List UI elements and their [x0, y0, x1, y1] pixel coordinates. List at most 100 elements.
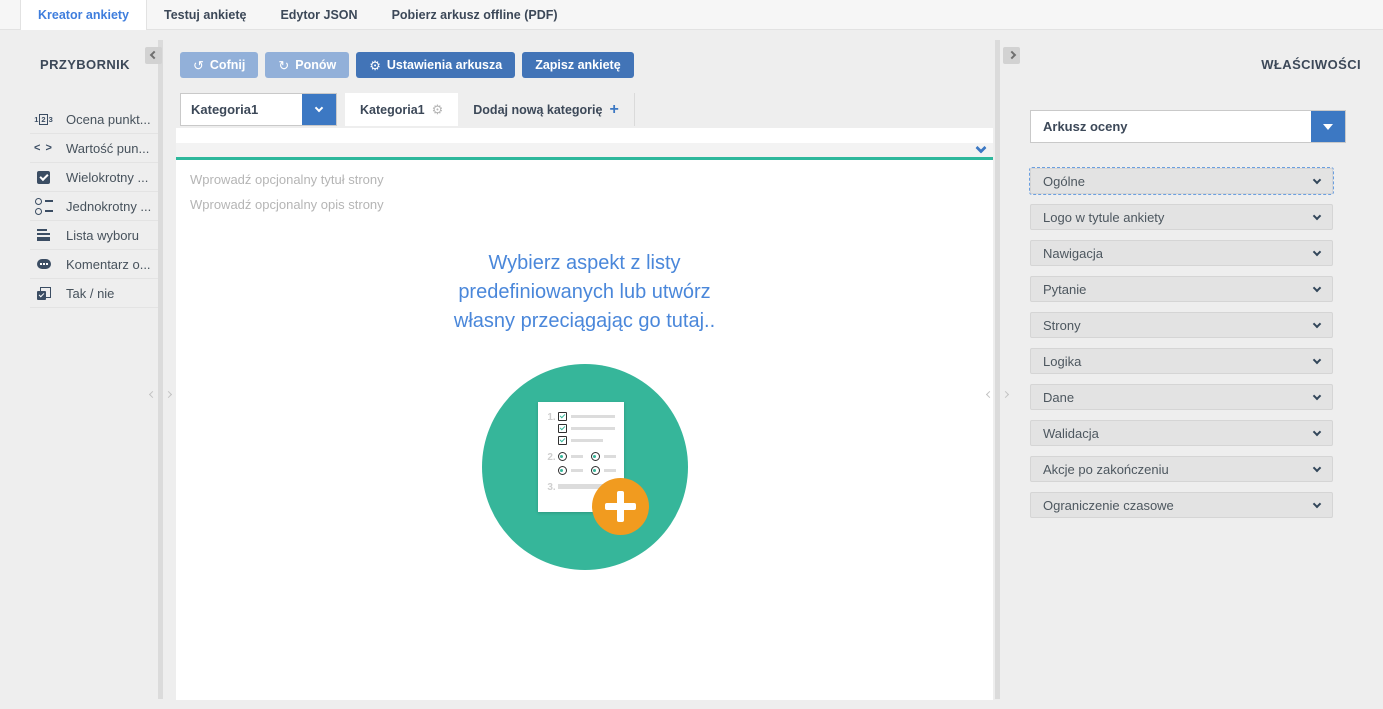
toolbox-item-rating[interactable]: 123 Ocena punkt... [30, 105, 158, 134]
save-label: Zapisz ankietę [535, 58, 620, 72]
redo-label: Ponów [295, 58, 336, 72]
chevron-right-icon [1008, 51, 1016, 59]
toolbox-item-comment[interactable]: Komentarz o... [30, 250, 158, 279]
toolbox-item-label: Jednokrotny ... [66, 199, 151, 214]
radio-glyph [558, 466, 567, 475]
survey-page: Wprowadź opcjonalny tytuł strony Wprowad… [176, 157, 993, 570]
collapse-left-panel-button[interactable] [145, 47, 162, 64]
toolbox-item-label: Komentarz o... [66, 257, 151, 272]
accordion-label: Logo w tytule ankiety [1043, 210, 1164, 225]
gear-icon[interactable]: ⚙ [432, 102, 444, 118]
checkbox-glyph [558, 436, 567, 445]
boolean-check-icon [35, 287, 52, 300]
toolbox-item-value[interactable]: < > Wartość pun... [30, 134, 158, 163]
chevron-left-icon [986, 391, 993, 398]
accordion-section-logo[interactable]: Logo w tytule ankiety [1030, 204, 1333, 230]
category-tab-active[interactable]: Kategoria1 ⚙ [345, 93, 458, 126]
page-collapse-bar[interactable] [176, 143, 993, 157]
toolbox-item-checkbox[interactable]: Wielokrotny ... [30, 163, 158, 192]
list-number: 2. [546, 452, 558, 475]
category-bar: Kategoria1 Kategoria1 ⚙ Dodaj nową kateg… [180, 93, 635, 126]
save-survey-button[interactable]: Zapisz ankietę [522, 52, 633, 78]
checkbox-glyph [558, 412, 567, 421]
rating-icon: 123 [35, 114, 52, 125]
tab-test-survey[interactable]: Testuj ankietę [147, 0, 263, 30]
accordion-section-completion-actions[interactable]: Akcje po zakończeniu [1030, 456, 1333, 482]
chevron-down-icon [1313, 319, 1321, 327]
empty-survey-illustration: 1. 2. [482, 364, 688, 570]
chevron-down-icon [1313, 247, 1321, 255]
toolbox-item-dropdown[interactable]: Lista wyboru [30, 221, 158, 250]
radio-glyph [591, 452, 600, 461]
radiogroup-icon [35, 198, 52, 215]
question-dropzone[interactable]: Wybierz aspekt z listy predefiniowanych … [190, 249, 979, 570]
dropzone-hint-text: Wybierz aspekt z listy predefiniowanych … [429, 249, 741, 336]
checkbox-glyph [558, 424, 567, 433]
left-panel-resize-grip[interactable] [150, 392, 171, 397]
undo-button[interactable]: ↺ Cofnij [180, 52, 258, 78]
tab-download-pdf[interactable]: Pobierz arkusz offline (PDF) [375, 0, 575, 30]
checkbox-icon [35, 171, 52, 184]
survey-settings-button[interactable]: ⚙ Ustawienia arkusza [356, 52, 515, 78]
illustration-checkbox-group: 1. [546, 412, 616, 445]
comment-bubble-icon [35, 259, 52, 269]
toolbox-item-label: Wartość pun... [66, 141, 149, 156]
selected-element-select[interactable]: Arkusz oceny [1030, 110, 1346, 143]
undo-label: Cofnij [210, 58, 245, 72]
chevron-down-icon [1313, 355, 1321, 363]
accordion-section-navigation[interactable]: Nawigacja [1030, 240, 1333, 266]
toolbox-item-radiogroup[interactable]: Jednokrotny ... [30, 192, 158, 221]
properties-title: WŁAŚCIWOŚCI [1005, 57, 1361, 72]
radio-glyph [558, 452, 567, 461]
page-title-placeholder[interactable]: Wprowadź opcjonalny tytuł strony [190, 172, 979, 187]
category-select-button[interactable] [302, 94, 336, 125]
selected-element-value: Arkusz oceny [1031, 111, 1311, 142]
accordion-section-validation[interactable]: Walidacja [1030, 420, 1333, 446]
toolbox-item-label: Wielokrotny ... [66, 170, 148, 185]
settings-label: Ustawienia arkusza [387, 58, 502, 72]
accordion-section-question[interactable]: Pytanie [1030, 276, 1333, 302]
properties-accordion: Ogólne Logo w tytule ankiety Nawigacja P… [1030, 168, 1383, 518]
toolbox-title: PRZYBORNIK [40, 57, 158, 72]
accordion-section-time-limit[interactable]: Ograniczenie czasowe [1030, 492, 1333, 518]
accordion-section-data[interactable]: Dane [1030, 384, 1333, 410]
chevron-down-icon [1313, 211, 1321, 219]
page-description-placeholder[interactable]: Wprowadź opcjonalny opis strony [190, 197, 979, 212]
accordion-label: Walidacja [1043, 426, 1099, 441]
add-category-label: Dodaj nową kategorię [473, 103, 602, 117]
chevron-down-icon [975, 142, 986, 153]
redo-icon: ↻ [278, 59, 289, 72]
properties-panel: WŁAŚCIWOŚCI Arkusz oceny Ogólne Logo w t… [1005, 30, 1383, 709]
list-number: 3. [546, 482, 558, 493]
accordion-section-logic[interactable]: Logika [1030, 348, 1333, 374]
toolbox-item-boolean[interactable]: Tak / nie [30, 279, 158, 308]
accordion-section-general[interactable]: Ogólne [1030, 168, 1333, 194]
chevron-right-icon [1002, 391, 1009, 398]
accordion-label: Dane [1043, 390, 1074, 405]
right-panel-divider[interactable] [995, 40, 1000, 699]
tab-survey-creator[interactable]: Kreator ankiety [20, 0, 147, 30]
collapse-right-panel-button[interactable] [1003, 47, 1020, 64]
chevron-down-icon [1313, 391, 1321, 399]
accordion-section-pages[interactable]: Strony [1030, 312, 1333, 338]
category-select-value: Kategoria1 [181, 94, 302, 125]
radio-glyph [591, 466, 600, 475]
add-category-tab[interactable]: Dodaj nową kategorię + [458, 93, 635, 126]
category-select[interactable]: Kategoria1 [180, 93, 337, 126]
chevron-right-icon [165, 391, 172, 398]
plus-icon: + [609, 102, 618, 118]
gear-icon: ⚙ [369, 59, 381, 72]
accordion-label: Nawigacja [1043, 246, 1103, 261]
left-panel-divider[interactable] [158, 40, 163, 699]
angle-brackets-icon: < > [35, 142, 52, 154]
accordion-label: Akcje po zakończeniu [1043, 462, 1169, 477]
selected-element-select-button[interactable] [1311, 111, 1345, 142]
category-tab-label: Kategoria1 [360, 103, 425, 117]
redo-button[interactable]: ↻ Ponów [265, 52, 349, 78]
right-panel-resize-grip[interactable] [987, 392, 1008, 397]
accordion-label: Pytanie [1043, 282, 1086, 297]
undo-icon: ↺ [193, 59, 204, 72]
dropdown-list-icon [35, 229, 52, 241]
accordion-label: Ogólne [1043, 174, 1085, 189]
tab-json-editor[interactable]: Edytor JSON [263, 0, 374, 30]
